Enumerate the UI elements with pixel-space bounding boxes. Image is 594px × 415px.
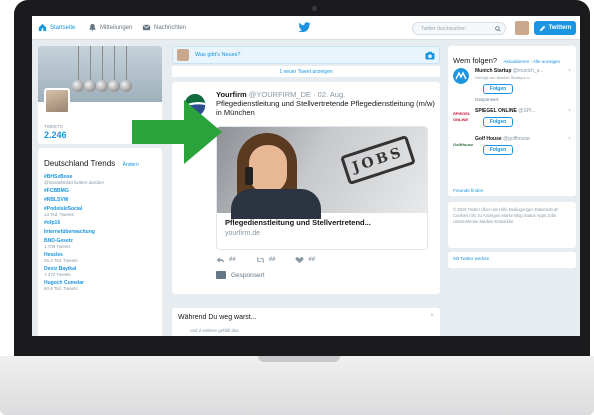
compose-placeholder: Was gibt's Neues? <box>195 52 241 58</box>
reply-icon <box>216 257 225 263</box>
dismiss-icon[interactable]: × <box>568 136 571 142</box>
close-icon[interactable]: × <box>430 313 434 319</box>
jobs-stamp: JOBS <box>340 134 416 186</box>
who-to-follow-title: Wem folgen? <box>453 56 498 65</box>
laptop-notch <box>258 356 340 362</box>
munich-startup-logo[interactable] <box>453 68 469 84</box>
follow-button[interactable]: Folgen <box>483 145 513 155</box>
promoted-text: Gesponsert <box>231 271 265 279</box>
trends-panel: Deutschland Trends Ändern #BHSxBose @hand… <box>38 148 162 336</box>
reply-count: ## <box>229 257 236 263</box>
nav-messages[interactable]: Nachrichten <box>142 23 186 32</box>
spiegel-logo[interactable]: SPIEGEL ONLINE <box>453 108 470 124</box>
trend-item[interactable]: BND-Gesetz 1.709 Tweets <box>44 238 156 249</box>
while-away-title: Während Du weg warst... <box>178 314 257 321</box>
tweet-button[interactable]: Twittern <box>534 21 576 35</box>
laptop-base <box>0 356 594 415</box>
nav-home-label: Startseite <box>50 24 76 31</box>
trends-title: Deutschland Trends <box>44 159 116 168</box>
retweet-count: ## <box>268 257 276 263</box>
promoted-icon <box>216 271 226 279</box>
retweet-icon <box>256 257 265 263</box>
tweets-label: TWEETS <box>44 124 63 129</box>
profile-avatar[interactable] <box>44 88 70 114</box>
card-url[interactable]: yourfirm.de <box>225 230 260 237</box>
follow-button[interactable]: Folgen <box>483 84 513 94</box>
tweets-count[interactable]: 2.246 <box>44 130 67 140</box>
phone-icon <box>245 167 253 185</box>
green-arrow-icon <box>132 100 222 164</box>
advertise-link[interactable]: Mit Twitter werben <box>448 252 576 268</box>
link-card[interactable]: JOBS Pflegedienstleitung und Stellvertre… <box>216 126 428 250</box>
who-to-follow-panel: Wem folgen? Aktualisieren · Alle anzeige… <box>448 46 576 196</box>
twitter-bird-icon[interactable] <box>298 22 311 33</box>
compose-avatar <box>177 49 189 61</box>
screen: Startseite Mitteilungen Nachrichten Twit… <box>32 16 580 336</box>
search-icon[interactable] <box>495 26 501 32</box>
top-nav: Startseite Mitteilungen Nachrichten Twit… <box>32 16 580 40</box>
search-input[interactable]: Twitter durchsuchen <box>412 22 506 35</box>
envelope-icon <box>142 24 151 31</box>
trend-item[interactable]: Internetüberwachung <box>44 229 156 235</box>
suggestion-name[interactable]: Golf House @golfhouse <box>475 136 530 142</box>
like-count: ## <box>308 257 316 263</box>
search-placeholder: Twitter durchsuchen <box>421 26 466 32</box>
find-friends-link[interactable]: Freunde finden <box>453 188 483 193</box>
bell-icon <box>89 23 96 32</box>
trend-item[interactable]: #ofp16 <box>44 220 156 226</box>
webcam-icon <box>312 6 317 11</box>
card-image: JOBS <box>217 127 427 219</box>
card-title[interactable]: Pflegedienstleitung und Stellvertretend.… <box>225 218 425 227</box>
tweet-actions: ## ## ## <box>216 256 315 264</box>
nav-mentions[interactable]: Mitteilungen <box>88 23 132 32</box>
tweet-author-handle[interactable]: @YOURFIRM_DE <box>249 90 311 99</box>
nav-mentions-label: Mitteilungen <box>100 24 133 31</box>
suggestion-name[interactable]: SPIEGEL ONLINE @SPI... <box>475 108 536 114</box>
dismiss-icon[interactable]: × <box>568 108 571 114</box>
trend-item[interactable]: Deniz Bayikal 7.472 Tweets <box>44 266 156 277</box>
trend-item[interactable]: #PodolskiSocial 13 Tsd. Tweets <box>44 206 156 217</box>
trend-item[interactable]: #FCBBMG <box>44 188 156 194</box>
compose-icon <box>539 25 545 31</box>
trend-item[interactable]: Hessles 25,4 Tsd. Tweets <box>44 252 156 263</box>
footer-links[interactable]: © 2016 Twitter Über uns Hilfe Bedingunge… <box>448 202 576 248</box>
follow-button[interactable]: Folgen <box>483 117 513 127</box>
tweet-author-name[interactable]: Yourfirm <box>216 90 247 99</box>
nav-messages-label: Nachrichten <box>154 24 187 31</box>
while-away-sub: und 2 weitere gefällt das <box>190 328 239 333</box>
trend-item[interactable]: #BHSxBose @handelsblatt twittert darüber <box>44 174 156 185</box>
compose-box[interactable]: Was gibt's Neues? <box>172 46 440 64</box>
promoted-text: Gesponsert <box>475 97 499 102</box>
retweet-action[interactable]: ## <box>256 256 276 264</box>
while-away-panel: Während Du weg warst... × und 2 weitere … <box>172 308 440 336</box>
camera-icon[interactable] <box>425 51 435 60</box>
user-avatar[interactable] <box>515 21 529 35</box>
suggestion-sub: Gefolgt von Munich Startups u... <box>475 75 533 80</box>
who-to-follow-links[interactable]: Aktualisieren · Alle anzeigen <box>504 59 561 64</box>
promoted-label: Gesponsert <box>216 271 265 279</box>
tweet-button-label: Twittern <box>548 25 572 31</box>
new-tweets-bar[interactable]: 1 neuer Tweet anzeigen <box>172 66 440 78</box>
like-action[interactable]: ## <box>295 256 315 264</box>
tweet-text: Pflegedienstleitung und Stellvertretende… <box>216 99 435 117</box>
nav-home[interactable]: Startseite <box>38 23 75 32</box>
home-icon <box>38 23 47 32</box>
trend-item[interactable]: #RBLSVW <box>44 197 156 203</box>
golf-house-logo[interactable]: GolfHouse <box>453 136 473 152</box>
heart-icon <box>295 257 304 264</box>
tweet-date[interactable]: · 02. Aug. <box>313 90 345 99</box>
trend-item[interactable]: Hugoch Cumelar 60,6 Tsd. Tweets <box>44 280 156 291</box>
dismiss-icon[interactable]: × <box>568 68 571 74</box>
suggestion-name[interactable]: Munich Startup @munich_s... <box>475 68 543 74</box>
reply-action[interactable]: ## <box>216 256 236 264</box>
tweet-header: Yourfirm @YOURFIRM_DE · 02. Aug. <box>216 90 345 99</box>
